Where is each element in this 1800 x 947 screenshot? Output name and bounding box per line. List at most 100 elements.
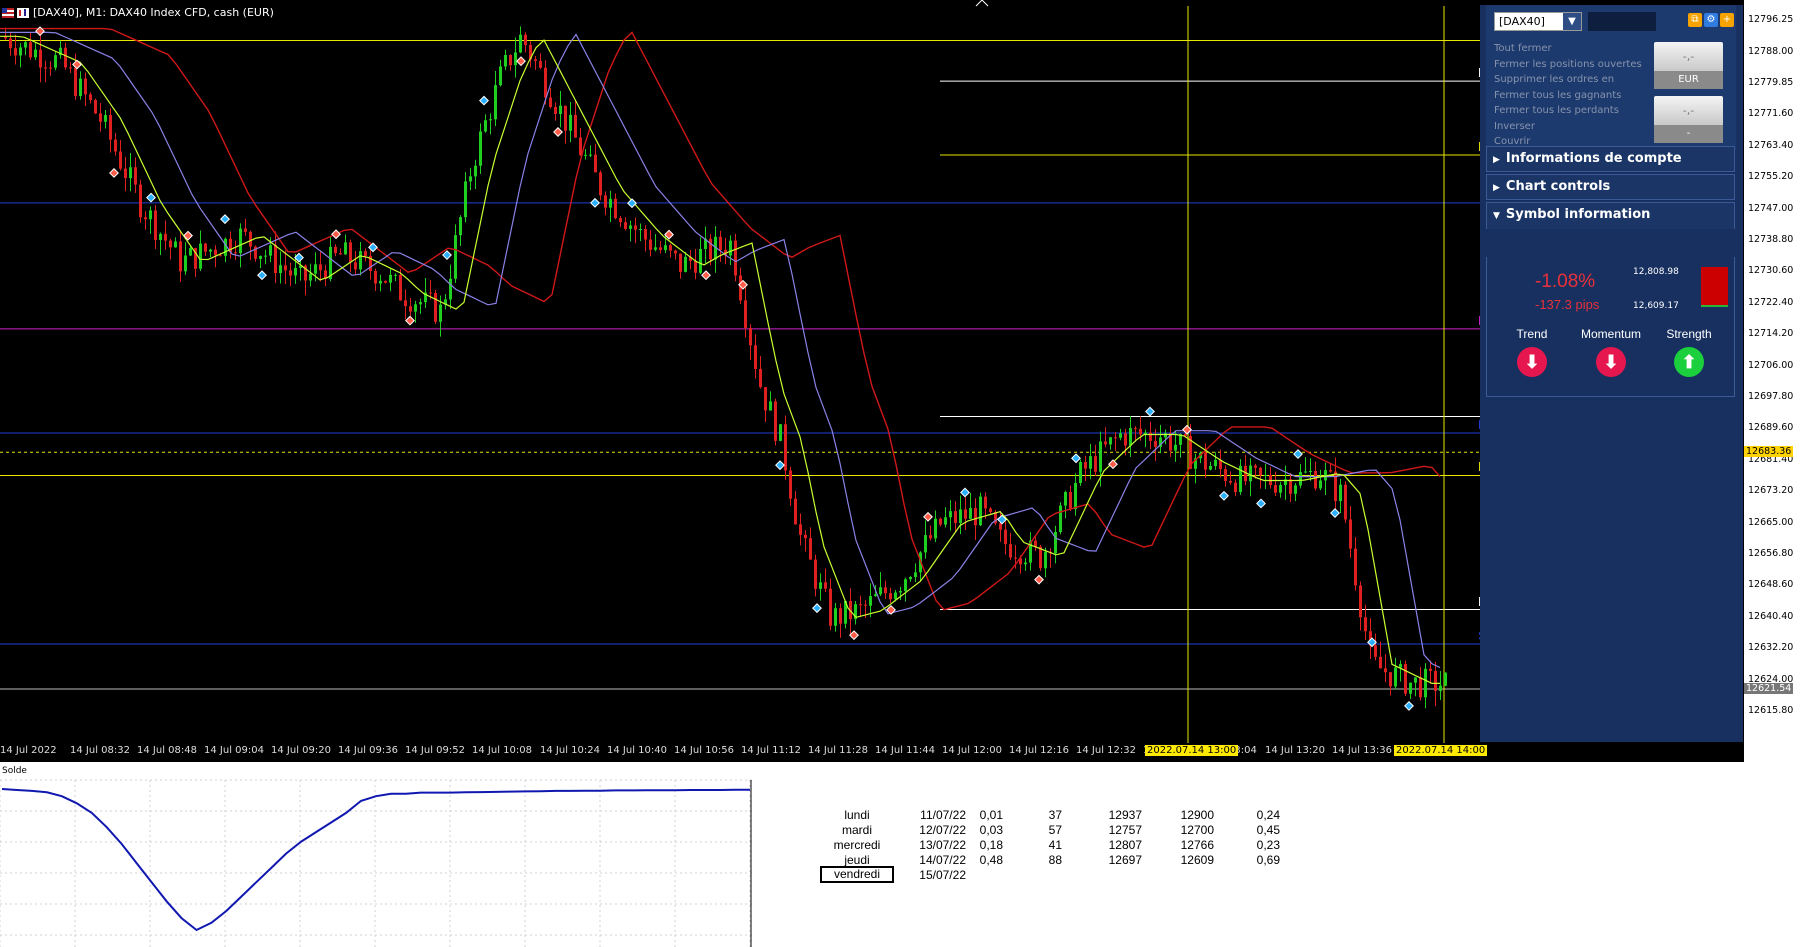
candle-body: [469, 176, 472, 182]
price-tick: 12763.40: [1748, 139, 1794, 151]
action-delete-orders[interactable]: Supprimer les ordres en: [1494, 72, 1642, 88]
accordion-account-info[interactable]: ▶ Informations de compte: [1486, 146, 1735, 172]
candle-body: [464, 181, 467, 218]
candle-body: [1309, 470, 1312, 472]
candle-body: [404, 300, 407, 307]
arrow-up-icon: ⬆: [1674, 347, 1704, 377]
gear-icon[interactable]: ⚙: [1704, 13, 1718, 27]
symbol-select[interactable]: [DAX40] ▼: [1494, 12, 1582, 31]
candle-body: [1034, 540, 1037, 547]
candle-body: [1344, 484, 1347, 520]
candle-body: [729, 240, 732, 256]
buy-button[interactable]: -,-: [1654, 42, 1723, 71]
low-cell: 12766: [1180, 838, 1214, 852]
candle-body: [1059, 505, 1062, 532]
chevron-right-icon: ▶: [1493, 183, 1500, 193]
candle-body: [454, 235, 457, 279]
candle-body: [954, 511, 957, 524]
candle-body: [204, 243, 207, 252]
candle-body: [1024, 562, 1027, 565]
balance-title: Solde: [2, 766, 27, 776]
accordion-symbol-info[interactable]: ▼ Symbol information: [1486, 202, 1735, 229]
candle-body: [779, 424, 782, 441]
candle-body: [1349, 519, 1352, 549]
low-cell: 12700: [1180, 823, 1214, 837]
action-close-all[interactable]: Tout fermer: [1494, 41, 1642, 57]
candle-body: [134, 167, 137, 185]
candle-body: [1204, 452, 1207, 470]
signal-marker: [664, 229, 674, 240]
candle-body: [1294, 485, 1297, 494]
candle-body: [19, 47, 22, 56]
date-cell: 15/07/22: [919, 868, 966, 882]
change-pips: -137.3 pips: [1535, 297, 1600, 312]
ratio-cell: 0,45: [1256, 823, 1280, 837]
candle-body: [934, 518, 937, 539]
candle-body: [284, 265, 287, 271]
time-tick: 14 Jul 10:56: [674, 745, 734, 756]
day-range-bar: [1701, 267, 1728, 307]
action-reverse[interactable]: Inverser: [1494, 119, 1642, 135]
ma-slow-line: [0, 27, 1441, 611]
candle-body: [1039, 546, 1042, 569]
candle-body: [789, 470, 792, 499]
action-close-open-positions[interactable]: Fermer les positions ouvertes: [1494, 57, 1642, 73]
candle-body: [1444, 672, 1447, 686]
time-tick: 14 Jul 09:04: [204, 745, 264, 756]
candle-body: [264, 255, 267, 257]
symbol-select-value: [DAX40]: [1499, 15, 1545, 28]
signal-marker: [812, 603, 822, 614]
high-cell: 12757: [1108, 823, 1142, 837]
candle-body: [124, 168, 127, 179]
candle-body: [1089, 456, 1092, 469]
candle-body: [484, 120, 487, 132]
candle-body: [639, 228, 642, 230]
action-close-losers[interactable]: Fermer tous les perdants: [1494, 103, 1642, 119]
time-tick: 14 Jul 09:20: [271, 745, 331, 756]
candle-body: [799, 524, 802, 535]
plus-icon[interactable]: +: [1720, 13, 1734, 27]
candle-body: [654, 247, 657, 250]
candle-body: [1229, 480, 1232, 483]
price-tick: 12755.20: [1748, 171, 1794, 183]
candle-body: [999, 523, 1002, 530]
candle-body: [1209, 466, 1212, 470]
candle-body: [1329, 470, 1332, 472]
time-tick: 14 Jul 10:40: [607, 745, 667, 756]
chevron-down-icon[interactable]: ▼: [1563, 13, 1581, 30]
candle-body: [1129, 428, 1132, 446]
candle-body: [914, 572, 917, 578]
candle-body: [289, 270, 292, 276]
time-tick: 14 Jul 09:52: [405, 745, 465, 756]
candle-body: [564, 105, 567, 131]
candle-body: [809, 538, 812, 560]
action-close-winners[interactable]: Fermer tous les gagnants: [1494, 88, 1642, 104]
candle-body: [24, 42, 27, 48]
candle-body: [99, 113, 102, 122]
copy-icon[interactable]: ⧉: [1688, 13, 1702, 27]
candle-body: [1234, 482, 1237, 493]
candle-body: [1289, 479, 1292, 494]
day-cell[interactable]: vendredi: [820, 866, 894, 883]
trade-actions: Tout fermer Fermer les positions ouverte…: [1494, 41, 1642, 150]
signal-marker: [257, 270, 267, 281]
candle-body: [129, 167, 132, 179]
candle-body: [589, 154, 592, 156]
candle-body: [39, 49, 42, 68]
price-tick: 12673.20: [1748, 485, 1794, 497]
candle-body: [1139, 428, 1142, 435]
lot-size-input[interactable]: [1588, 12, 1656, 31]
signal-marker: [1108, 459, 1118, 470]
accordion-chart-controls[interactable]: ▶ Chart controls: [1486, 174, 1735, 200]
candle-body: [234, 252, 237, 254]
candle-body: [609, 198, 612, 208]
price-axis[interactable]: 12796.25 12788.00 12779.85 12771.60 12763.40…: [1743, 0, 1800, 762]
candle-body: [949, 511, 952, 518]
sell-button[interactable]: -,-: [1654, 96, 1723, 125]
candle-body: [14, 48, 17, 56]
candle-body: [969, 507, 972, 519]
price-tick: 12648.60: [1748, 579, 1794, 591]
candle-body: [139, 184, 142, 218]
candle-body: [379, 280, 382, 284]
candle-body: [239, 228, 242, 254]
